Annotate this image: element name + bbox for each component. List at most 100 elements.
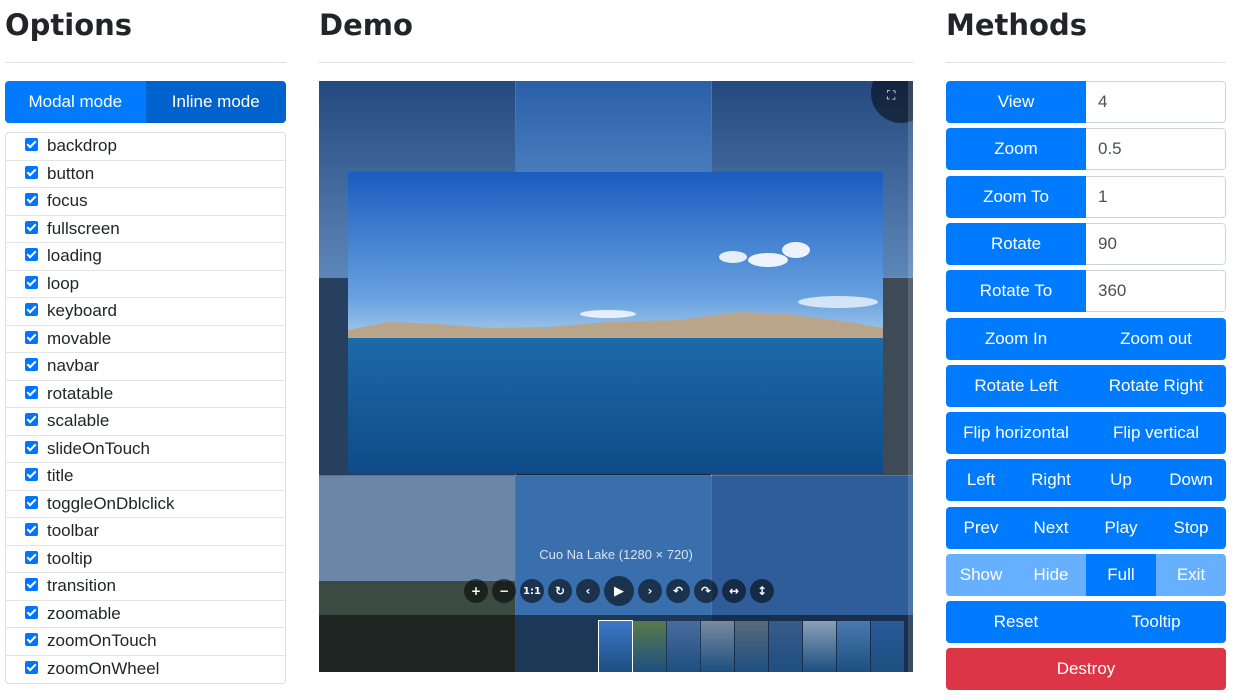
destroy-button[interactable]: Destroy — [946, 648, 1226, 690]
rotate-left-icon[interactable]: ↶ — [666, 579, 690, 603]
checkbox[interactable] — [25, 138, 38, 152]
option-loading[interactable]: loading — [6, 243, 285, 271]
play-icon[interactable]: ▶ — [604, 576, 634, 606]
view-button[interactable]: View — [946, 81, 1086, 123]
view-group: View 4 — [946, 81, 1226, 123]
option-keyboard[interactable]: keyboard — [6, 298, 285, 326]
one-to-one-icon[interactable]: 1:1 — [520, 579, 544, 603]
option-fullscreen[interactable]: fullscreen — [6, 216, 285, 243]
option-zoomOnTouch[interactable]: zoomOnTouch — [6, 628, 285, 656]
checkbox[interactable] — [25, 633, 38, 647]
show-button[interactable]: Show — [946, 554, 1016, 596]
hide-button[interactable]: Hide — [1016, 554, 1086, 596]
reset-button[interactable]: Reset — [946, 601, 1086, 643]
prev-icon[interactable]: ‹ — [576, 579, 600, 603]
checkbox[interactable] — [25, 578, 38, 592]
move-left-button[interactable]: Left — [946, 459, 1016, 501]
thumbnail[interactable] — [598, 620, 633, 672]
option-backdrop[interactable]: backdrop — [6, 133, 285, 161]
checkbox[interactable] — [25, 165, 38, 179]
checkbox[interactable] — [25, 495, 38, 509]
flip-horizontal-icon[interactable]: ↔ — [722, 579, 746, 603]
reset-icon[interactable]: ↻ — [548, 579, 572, 603]
thumbnail[interactable] — [803, 621, 836, 672]
checkbox[interactable] — [25, 358, 38, 372]
stop-button[interactable]: Stop — [1156, 507, 1226, 549]
option-transition[interactable]: transition — [6, 573, 285, 601]
exit-button[interactable]: Exit — [1156, 554, 1226, 596]
zoom-in-icon[interactable]: + — [464, 579, 488, 603]
flip-vertical-button[interactable]: Flip vertical — [1086, 412, 1226, 454]
flip-vertical-icon[interactable]: ↕ — [750, 579, 774, 603]
option-rotatable[interactable]: rotatable — [6, 381, 285, 408]
checkbox[interactable] — [25, 661, 38, 675]
option-movable[interactable]: movable — [6, 326, 285, 353]
checkbox[interactable] — [25, 303, 38, 317]
rotate-right-icon[interactable]: ↷ — [694, 579, 718, 603]
zoom-out-icon[interactable]: − — [492, 579, 516, 603]
checkbox[interactable] — [25, 413, 38, 427]
flip-horizontal-button[interactable]: Flip horizontal — [946, 412, 1086, 454]
option-button[interactable]: button — [6, 161, 285, 188]
checkbox[interactable] — [25, 248, 38, 262]
move-up-button[interactable]: Up — [1086, 459, 1156, 501]
option-toolbar[interactable]: toolbar — [6, 518, 285, 546]
move-right-button[interactable]: Right — [1016, 459, 1086, 501]
play-button[interactable]: Play — [1086, 507, 1156, 549]
thumbnail[interactable] — [735, 621, 768, 672]
zoom-out-button[interactable]: Zoom out — [1086, 318, 1226, 360]
mode-toggle-group: Modal mode Inline mode — [5, 81, 286, 123]
image-viewer[interactable]: ⛶ Cuo Na Lake (1280 × 720) + − 1:1 ↻ ‹ ▶… — [319, 81, 913, 672]
option-zoomable[interactable]: zoomable — [6, 601, 285, 628]
prev-button[interactable]: Prev — [946, 507, 1016, 549]
zoom-in-button[interactable]: Zoom In — [946, 318, 1086, 360]
checkbox[interactable] — [25, 385, 38, 399]
next-button[interactable]: Next — [1016, 507, 1086, 549]
thumbnail[interactable] — [837, 621, 870, 672]
full-button[interactable]: Full — [1086, 554, 1156, 596]
checkbox[interactable] — [25, 440, 38, 454]
checkbox[interactable] — [25, 523, 38, 537]
rotate-to-button[interactable]: Rotate To — [946, 270, 1086, 312]
checkbox[interactable] — [25, 468, 38, 482]
option-title[interactable]: title — [6, 463, 285, 491]
tooltip-button[interactable]: Tooltip — [1086, 601, 1226, 643]
option-loop[interactable]: loop — [6, 271, 285, 298]
checkbox[interactable] — [25, 550, 38, 564]
thumbnail[interactable] — [667, 621, 700, 672]
checkbox[interactable] — [25, 275, 38, 289]
checkbox[interactable] — [25, 330, 38, 344]
option-slideOnTouch[interactable]: slideOnTouch — [6, 436, 285, 463]
current-image[interactable] — [348, 172, 883, 474]
option-focus[interactable]: focus — [6, 188, 285, 216]
option-tooltip[interactable]: tooltip — [6, 546, 285, 573]
view-input[interactable]: 4 — [1086, 81, 1226, 123]
next-icon[interactable]: › — [638, 579, 662, 603]
checkbox[interactable] — [25, 193, 38, 207]
zoom-button[interactable]: Zoom — [946, 128, 1086, 170]
zoom-to-group: Zoom To 1 — [946, 176, 1226, 218]
thumbnail[interactable] — [871, 621, 904, 672]
option-toggleOnDblclick[interactable]: toggleOnDblclick — [6, 491, 285, 518]
thumbnail[interactable] — [633, 621, 666, 672]
option-zoomOnWheel[interactable]: zoomOnWheel — [6, 656, 285, 684]
flip-buttons-group: Flip horizontal Flip vertical — [946, 412, 1226, 454]
rotate-input[interactable]: 90 — [1086, 223, 1226, 265]
thumbnail[interactable] — [769, 621, 802, 672]
zoom-input[interactable]: 0.5 — [1086, 128, 1226, 170]
thumbnail[interactable] — [701, 621, 734, 672]
modal-mode-button[interactable]: Modal mode — [5, 81, 146, 123]
zoom-to-input[interactable]: 1 — [1086, 176, 1226, 218]
scrollbar[interactable] — [908, 81, 913, 672]
option-navbar[interactable]: navbar — [6, 353, 285, 381]
checkbox[interactable] — [25, 220, 38, 234]
option-scalable[interactable]: scalable — [6, 408, 285, 436]
rotate-to-input[interactable]: 360 — [1086, 270, 1226, 312]
inline-mode-button[interactable]: Inline mode — [145, 81, 286, 123]
rotate-right-button[interactable]: Rotate Right — [1086, 365, 1226, 407]
rotate-button[interactable]: Rotate — [946, 223, 1086, 265]
checkbox[interactable] — [25, 605, 38, 619]
rotate-left-button[interactable]: Rotate Left — [946, 365, 1086, 407]
zoom-to-button[interactable]: Zoom To — [946, 176, 1086, 218]
move-down-button[interactable]: Down — [1156, 459, 1226, 501]
